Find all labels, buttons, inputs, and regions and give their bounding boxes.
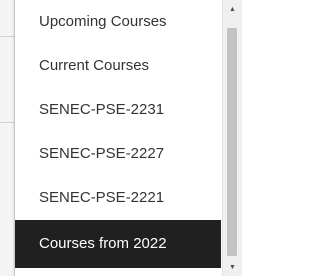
option-current-courses[interactable]: Current Courses xyxy=(15,44,221,88)
background-divider xyxy=(0,122,14,123)
options-list: Upcoming Courses Current Courses SENEC-P… xyxy=(15,0,221,268)
scrollbar-thumb[interactable] xyxy=(227,28,237,256)
scroll-up-arrow-icon[interactable]: ▲ xyxy=(223,2,242,16)
option-senec-pse-2231[interactable]: SENEC-PSE-2231 xyxy=(15,88,221,132)
option-senec-pse-2227[interactable]: SENEC-PSE-2227 xyxy=(15,132,221,176)
scroll-down-arrow-icon[interactable]: ▼ xyxy=(223,260,242,274)
option-courses-from-2022[interactable]: Courses from 2022 xyxy=(15,220,221,268)
vertical-scrollbar[interactable]: ▲ ▼ xyxy=(222,0,242,276)
courses-dropdown-list[interactable]: Upcoming Courses Current Courses SENEC-P… xyxy=(14,0,242,276)
option-upcoming-courses[interactable]: Upcoming Courses xyxy=(15,0,221,44)
option-senec-pse-2221[interactable]: SENEC-PSE-2221 xyxy=(15,176,221,220)
background-divider xyxy=(0,36,14,37)
